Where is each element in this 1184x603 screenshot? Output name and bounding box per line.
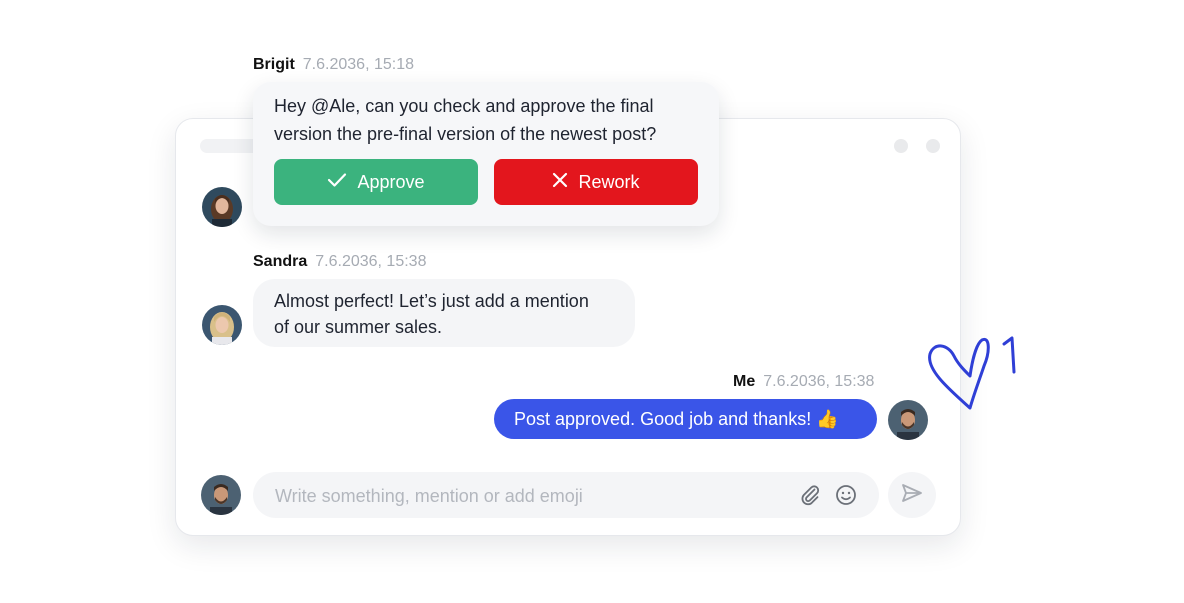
message-meta-sandra: Sandra 7.6.2036, 15:38 xyxy=(253,253,426,271)
avatar-sandra xyxy=(202,305,242,345)
avatar-composer xyxy=(201,475,241,515)
message-time: 7.6.2036, 15:38 xyxy=(315,253,427,270)
approve-button[interactable]: Approve xyxy=(274,159,478,205)
message-input[interactable] xyxy=(273,472,777,520)
emoji-icon[interactable] xyxy=(834,483,858,512)
message-text-line: Almost perfect! Let’s just add a mention xyxy=(274,291,589,311)
rework-label: Rework xyxy=(578,171,640,192)
approve-label: Approve xyxy=(357,171,425,192)
paperclip-icon[interactable] xyxy=(798,483,822,512)
window-control-dot[interactable] xyxy=(894,139,908,153)
approval-request-card: Hey @Ale, can you check and approve the … xyxy=(253,82,719,226)
close-icon xyxy=(552,172,568,193)
heart-doodle-icon xyxy=(920,330,1030,425)
message-time: 7.6.2036, 15:38 xyxy=(763,373,875,390)
author-name: Brigit xyxy=(253,56,295,73)
rework-button[interactable]: Rework xyxy=(494,159,698,205)
message-bubble-sandra: Almost perfect! Let’s just add a mention… xyxy=(253,279,635,347)
message-time: 7.6.2036, 15:18 xyxy=(302,56,414,73)
message-meta-brigit: Brigit 7.6.2036, 15:18 xyxy=(253,56,414,74)
window-control-dot[interactable] xyxy=(926,139,940,153)
send-icon xyxy=(901,483,923,508)
send-button[interactable] xyxy=(888,472,936,518)
avatar-brigit xyxy=(202,187,242,227)
message-composer xyxy=(253,472,879,520)
author-name: Me xyxy=(733,373,756,390)
message-text-line: of our summer sales. xyxy=(274,317,443,337)
check-icon xyxy=(327,172,347,193)
message-meta-me: Me 7.6.2036, 15:38 xyxy=(733,373,874,391)
author-name: Sandra xyxy=(253,253,308,270)
message-text: Hey @Ale, can you check and approve the … xyxy=(274,96,657,144)
message-bubble-me: Post approved. Good job and thanks! 👍 xyxy=(494,399,877,439)
message-text: Post approved. Good job and thanks! 👍 xyxy=(514,409,839,429)
